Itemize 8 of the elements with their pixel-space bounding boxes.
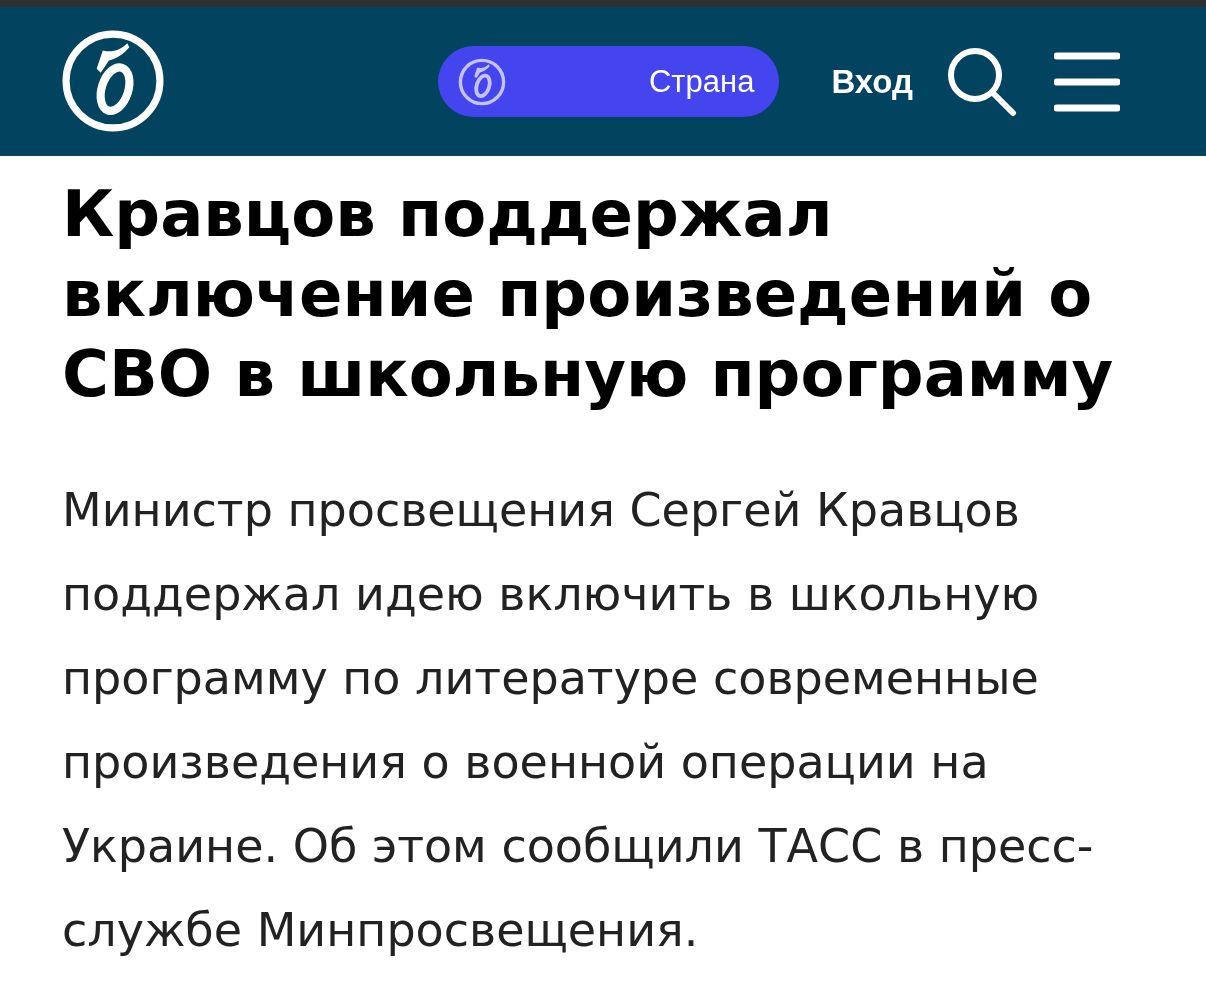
logo-icon [458,57,507,106]
section-button[interactable]: Страна [438,46,780,117]
menu-icon[interactable] [1054,51,1120,112]
article-title: Кравцов поддержал включение произведений о СВО в школьную программу [62,176,1115,413]
login-button[interactable]: Вход [831,62,913,101]
article-lead: Министр просвещения Сергей Кравцов поддержал идею включить в школьную программу по литературе современные произведения о военной операции на Украине. Об этом сообщили ТАСС в пресс-службе Минпросвещения. [62,482,1095,959]
search-icon[interactable] [947,46,1017,117]
logo-icon[interactable] [62,29,164,132]
